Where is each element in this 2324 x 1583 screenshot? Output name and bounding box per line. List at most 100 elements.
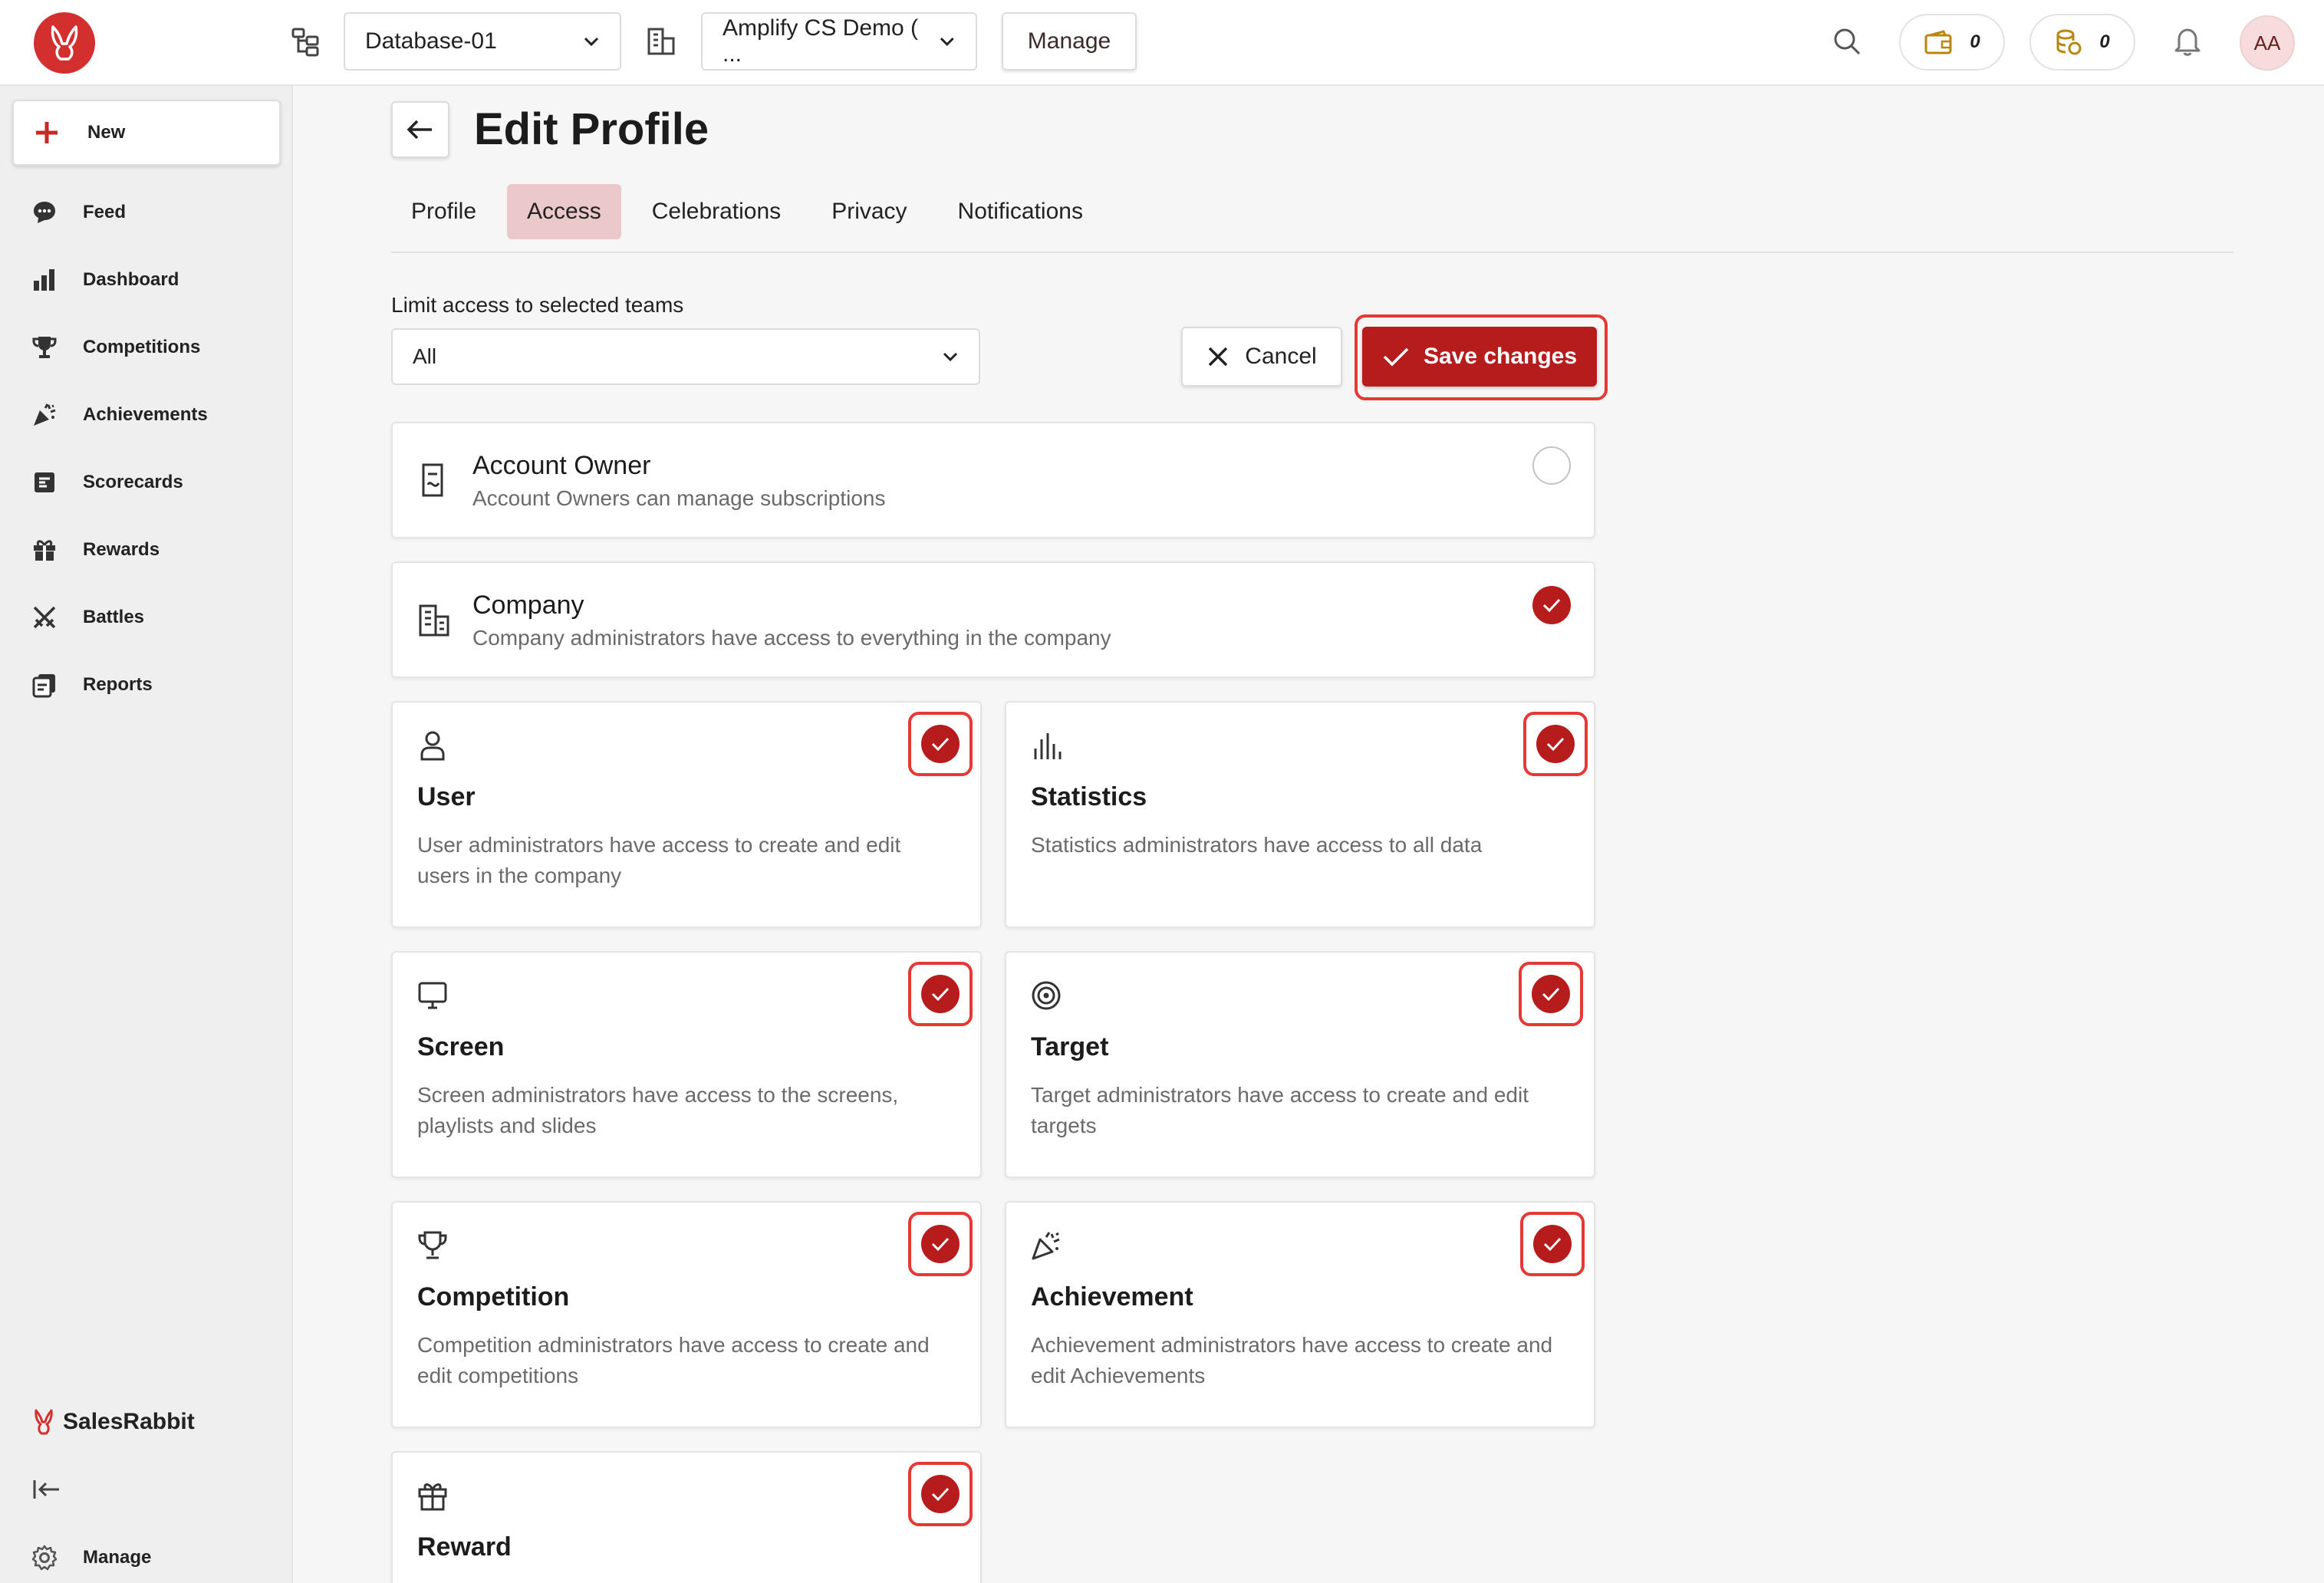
building-icon <box>417 601 451 638</box>
role-description: Competition administrators have access t… <box>417 1333 930 1387</box>
hierarchy-icon[interactable] <box>285 21 325 61</box>
role-description: Target administrators have access to cre… <box>1031 1083 1529 1137</box>
sidebar-item-reports[interactable]: Reports <box>31 666 153 704</box>
role-description: Account Owners can manage subscriptions <box>472 486 886 510</box>
role-checkbox-checked[interactable] <box>1532 586 1571 624</box>
role-card-statistics[interactable]: Statistics Statistics administrators hav… <box>1005 701 1595 928</box>
sidebar-item-feed[interactable]: Feed <box>31 193 126 232</box>
sidebar-item-scorecards[interactable]: Scorecards <box>31 463 183 502</box>
back-button[interactable] <box>391 101 449 158</box>
tab-notifications[interactable]: Notifications <box>938 184 1103 239</box>
tab-celebrations[interactable]: Celebrations <box>632 184 801 239</box>
role-description: Screen administrators have access to the… <box>417 1083 899 1137</box>
top-bar: Database-01 Amplify CS Demo ( ... Manage… <box>0 0 2324 86</box>
sidebar: New Feed Dashboard Competitions Achievem… <box>0 86 293 1583</box>
role-description: Statistics administrators have access to… <box>1031 833 1483 857</box>
close-icon <box>1209 347 1228 367</box>
new-button-label: New <box>87 122 126 143</box>
sidebar-item-label: Achievements <box>83 404 208 425</box>
organization-select[interactable]: Amplify CS Demo ( ... <box>701 12 977 71</box>
sidebar-item-achievements[interactable]: Achievements <box>31 396 208 434</box>
arrow-left-icon <box>407 120 432 140</box>
page-title: Edit Profile <box>474 104 709 154</box>
role-checkbox-checked[interactable] <box>1533 1225 1572 1263</box>
role-checkbox-checked[interactable] <box>921 1225 960 1263</box>
role-checkbox-checked[interactable] <box>1532 975 1570 1013</box>
cancel-button-label: Cancel <box>1245 344 1317 369</box>
role-checkbox-unchecked[interactable] <box>1532 446 1571 485</box>
manage-button[interactable]: Manage <box>1002 12 1137 71</box>
limit-teams-value: All <box>413 344 437 368</box>
trophy-icon <box>416 1229 449 1262</box>
role-card-achievement[interactable]: Achievement Achievement administrators h… <box>1005 1201 1595 1428</box>
limit-teams-label: Limit access to selected teams <box>391 293 684 317</box>
rabbit-logo-icon <box>51 25 78 61</box>
role-checkbox-checked[interactable] <box>921 725 960 763</box>
role-description: Achievement administrators have access t… <box>1031 1333 1553 1387</box>
sidebar-item-label: Scorecards <box>83 472 183 492</box>
database-select[interactable]: Database-01 <box>344 12 621 71</box>
coins-counter[interactable]: 0 <box>2029 14 2135 71</box>
wallet-counter[interactable]: 0 <box>1899 14 2005 71</box>
save-button-label: Save changes <box>1423 344 1578 369</box>
chevron-down-icon <box>940 38 955 46</box>
role-card-reward[interactable]: Reward <box>391 1451 982 1583</box>
profile-tabs: Profile Access Celebrations Privacy Noti… <box>391 184 1103 239</box>
check-icon <box>1542 987 1560 1002</box>
coins-count: 0 <box>2099 31 2110 52</box>
scorecard-icon <box>31 469 58 496</box>
sidebar-item-battles[interactable]: Battles <box>31 598 144 637</box>
user-icon <box>416 729 449 762</box>
swords-icon <box>31 604 58 631</box>
organization-select-value: Amplify CS Demo ( ... <box>723 15 919 67</box>
search-icon[interactable] <box>1827 21 1867 61</box>
new-button[interactable]: New <box>12 100 281 166</box>
save-changes-button[interactable]: Save changes <box>1362 327 1597 387</box>
tab-privacy[interactable]: Privacy <box>811 184 927 239</box>
role-card-account-owner[interactable]: Account Owner Account Owners can manage … <box>391 422 1595 538</box>
role-card-company[interactable]: Company Company administrators have acce… <box>391 561 1595 678</box>
wallet-count: 0 <box>1970 31 1980 52</box>
target-icon <box>1029 979 1063 1012</box>
brand-logo: SalesRabbit <box>32 1408 195 1436</box>
feed-icon <box>31 199 58 226</box>
role-checkbox-checked[interactable] <box>921 975 960 1013</box>
limit-teams-select[interactable]: All <box>391 328 980 385</box>
role-title: Achievement <box>1031 1282 1193 1311</box>
role-title: Statistics <box>1031 782 1147 811</box>
tab-profile[interactable]: Profile <box>391 184 496 239</box>
role-title: Account Owner <box>472 451 651 480</box>
coins-icon <box>2056 29 2082 55</box>
sidebar-item-manage[interactable]: Manage <box>31 1539 151 1577</box>
gear-icon <box>31 1544 58 1571</box>
building-icon[interactable] <box>641 21 681 61</box>
role-card-user[interactable]: User User administrators have access to … <box>391 701 982 928</box>
cancel-button[interactable]: Cancel <box>1181 327 1342 387</box>
sidebar-item-label: Competitions <box>83 337 201 357</box>
sidebar-item-dashboard[interactable]: Dashboard <box>31 261 179 299</box>
app-logo[interactable] <box>34 12 95 74</box>
chevron-down-icon <box>943 352 958 362</box>
monitor-icon <box>416 979 449 1012</box>
role-card-competition[interactable]: Competition Competition administrators h… <box>391 1201 982 1428</box>
tabs-divider <box>391 252 2233 253</box>
role-title: User <box>417 782 476 811</box>
role-checkbox-checked[interactable] <box>1536 725 1575 763</box>
check-icon <box>1546 737 1565 752</box>
sidebar-item-competitions[interactable]: Competitions <box>31 328 200 367</box>
user-avatar[interactable]: AA <box>2240 15 2295 71</box>
check-icon <box>931 737 950 752</box>
plus-icon <box>36 122 58 143</box>
sidebar-item-label: Rewards <box>83 539 160 560</box>
contract-icon <box>417 462 451 499</box>
role-card-target[interactable]: Target Target administrators have access… <box>1005 951 1595 1178</box>
bell-icon[interactable] <box>2168 21 2207 61</box>
role-card-screen[interactable]: Screen Screen administrators have access… <box>391 951 982 1178</box>
sidebar-item-label: Manage <box>83 1547 152 1568</box>
sidebar-item-rewards[interactable]: Rewards <box>31 531 160 569</box>
check-icon <box>931 1237 950 1252</box>
role-title: Target <box>1031 1032 1109 1061</box>
collapse-sidebar-icon[interactable] <box>26 1469 66 1509</box>
role-checkbox-checked[interactable] <box>921 1475 960 1513</box>
tab-access[interactable]: Access <box>507 184 621 239</box>
